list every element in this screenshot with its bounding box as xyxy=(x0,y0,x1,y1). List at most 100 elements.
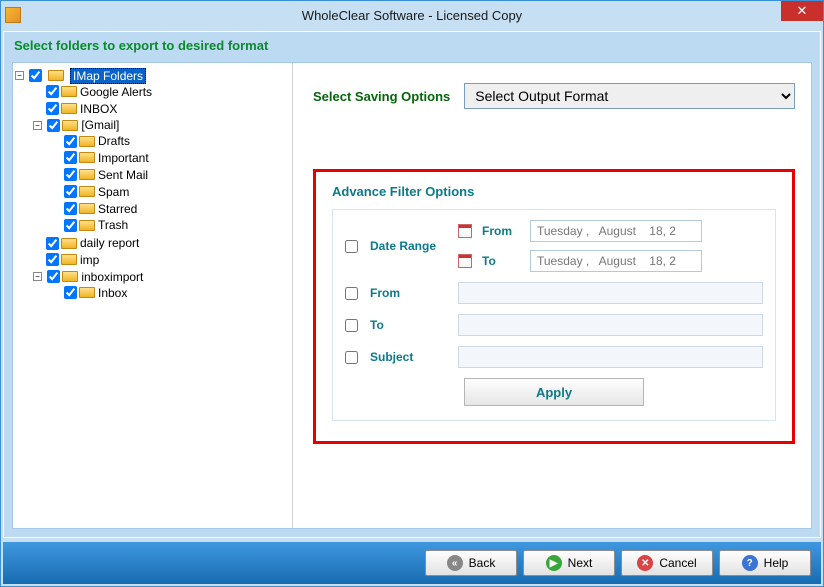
tree-node-item: INBOX xyxy=(33,100,290,117)
folder-icon xyxy=(62,271,78,282)
checkbox-item[interactable] xyxy=(64,151,77,164)
folder-icon xyxy=(79,186,95,197)
checkbox-item[interactable] xyxy=(46,237,59,250)
folder-icon xyxy=(61,254,77,265)
tree-label[interactable]: Inbox xyxy=(98,286,127,300)
checkbox-item[interactable] xyxy=(47,270,60,283)
tree-label[interactable]: daily report xyxy=(80,236,139,250)
folder-icon xyxy=(61,103,77,114)
folder-tree: − IMap Folders Google Alerts INBOX − [Gm… xyxy=(15,67,290,303)
window-title: WholeClear Software - Licensed Copy xyxy=(302,8,522,23)
from-checkbox[interactable] xyxy=(345,287,358,300)
folder-icon xyxy=(79,136,95,147)
tree-node-item: Important xyxy=(51,149,290,166)
tree-node-item: imp xyxy=(33,251,290,268)
folder-icon xyxy=(79,287,95,298)
to-row: To xyxy=(345,314,763,336)
tree-node-item: Trash xyxy=(51,216,290,233)
expander-icon[interactable]: − xyxy=(33,121,42,130)
tree-label[interactable]: Trash xyxy=(98,218,128,232)
tree-label[interactable]: Spam xyxy=(98,185,129,199)
checkbox-item[interactable] xyxy=(46,253,59,266)
checkbox-root[interactable] xyxy=(29,69,42,82)
expander-icon[interactable]: − xyxy=(33,272,42,281)
saving-options-row: Select Saving Options Select Output Form… xyxy=(313,83,795,109)
date-range-label: Date Range xyxy=(370,239,450,253)
tree-label[interactable]: Drafts xyxy=(98,134,130,148)
app-icon xyxy=(5,7,21,23)
folder-icon xyxy=(79,152,95,163)
checkbox-item[interactable] xyxy=(64,168,77,181)
filter-inner: Date Range From To xyxy=(332,209,776,421)
back-button[interactable]: «Back xyxy=(425,550,517,576)
tree-label[interactable]: imp xyxy=(80,253,99,267)
folder-icon xyxy=(48,70,64,81)
subject-checkbox[interactable] xyxy=(345,351,358,364)
advance-filter-box: Advance Filter Options Date Range From xyxy=(313,169,795,444)
to-sub-label: To xyxy=(482,254,520,268)
tree-node-root: − IMap Folders Google Alerts INBOX − [Gm… xyxy=(15,67,290,303)
page-subtitle: Select folders to export to desired form… xyxy=(4,32,820,59)
output-format-select[interactable]: Select Output Format xyxy=(464,83,795,109)
footer: «Back ▶Next ✕Cancel ?Help xyxy=(3,542,821,584)
content-panel: − IMap Folders Google Alerts INBOX − [Gm… xyxy=(12,62,812,529)
tree-label[interactable]: [Gmail] xyxy=(81,118,119,132)
to-label: To xyxy=(370,318,450,332)
tree-node-item: Google Alerts xyxy=(33,83,290,100)
next-icon: ▶ xyxy=(546,555,562,571)
titlebar: WholeClear Software - Licensed Copy ✕ xyxy=(1,1,823,29)
cancel-button[interactable]: ✕Cancel xyxy=(621,550,713,576)
help-icon: ? xyxy=(742,555,758,571)
from-row: From xyxy=(345,282,763,304)
checkbox-item[interactable] xyxy=(46,85,59,98)
tree-node-inboximport: − inboximport Inbox xyxy=(33,268,290,302)
tree-node-item: daily report xyxy=(33,234,290,251)
help-button[interactable]: ?Help xyxy=(719,550,811,576)
checkbox-item[interactable] xyxy=(64,202,77,215)
date-range-row: Date Range From To xyxy=(345,220,763,272)
tree-label[interactable]: inboximport xyxy=(81,270,143,284)
from-input[interactable] xyxy=(458,282,763,304)
subject-label: Subject xyxy=(370,350,450,364)
tree-node-item: Sent Mail xyxy=(51,166,290,183)
checkbox-item[interactable] xyxy=(64,185,77,198)
back-icon: « xyxy=(447,555,463,571)
checkbox-item[interactable] xyxy=(46,102,59,115)
tree-label[interactable]: Sent Mail xyxy=(98,168,148,182)
saving-options-label: Select Saving Options xyxy=(313,89,450,104)
folder-icon xyxy=(61,238,77,249)
date-range-checkbox[interactable] xyxy=(345,240,358,253)
filter-title: Advance Filter Options xyxy=(332,184,776,199)
apply-button[interactable]: Apply xyxy=(464,378,644,406)
checkbox-item[interactable] xyxy=(64,135,77,148)
tree-label[interactable]: Google Alerts xyxy=(80,85,152,99)
from-sub-label: From xyxy=(482,224,520,238)
tree-node-item: Inbox xyxy=(51,284,290,301)
next-button[interactable]: ▶Next xyxy=(523,550,615,576)
close-icon: ✕ xyxy=(797,3,808,19)
tree-label[interactable]: INBOX xyxy=(80,101,117,115)
checkbox-item[interactable] xyxy=(64,219,77,232)
folder-icon xyxy=(79,169,95,180)
tree-node-item: Starred xyxy=(51,200,290,217)
tree-node-gmail: − [Gmail] Drafts Important Sent Mail Spa… xyxy=(33,116,290,234)
date-from-input[interactable] xyxy=(530,220,702,242)
date-to-input[interactable] xyxy=(530,250,702,272)
folder-tree-panel: − IMap Folders Google Alerts INBOX − [Gm… xyxy=(13,63,293,528)
folder-icon xyxy=(61,86,77,97)
calendar-icon xyxy=(458,254,472,268)
expander-icon[interactable]: − xyxy=(15,71,24,80)
to-input[interactable] xyxy=(458,314,763,336)
tree-label-root[interactable]: IMap Folders xyxy=(70,68,146,84)
subject-input[interactable] xyxy=(458,346,763,368)
close-button[interactable]: ✕ xyxy=(781,1,823,21)
checkbox-item[interactable] xyxy=(47,119,60,132)
tree-node-item: Spam xyxy=(51,183,290,200)
tree-label[interactable]: Important xyxy=(98,151,149,165)
main-area: Select folders to export to desired form… xyxy=(3,31,821,538)
folder-icon xyxy=(62,120,78,131)
subject-row: Subject xyxy=(345,346,763,368)
tree-label[interactable]: Starred xyxy=(98,201,137,215)
checkbox-item[interactable] xyxy=(64,286,77,299)
to-checkbox[interactable] xyxy=(345,319,358,332)
